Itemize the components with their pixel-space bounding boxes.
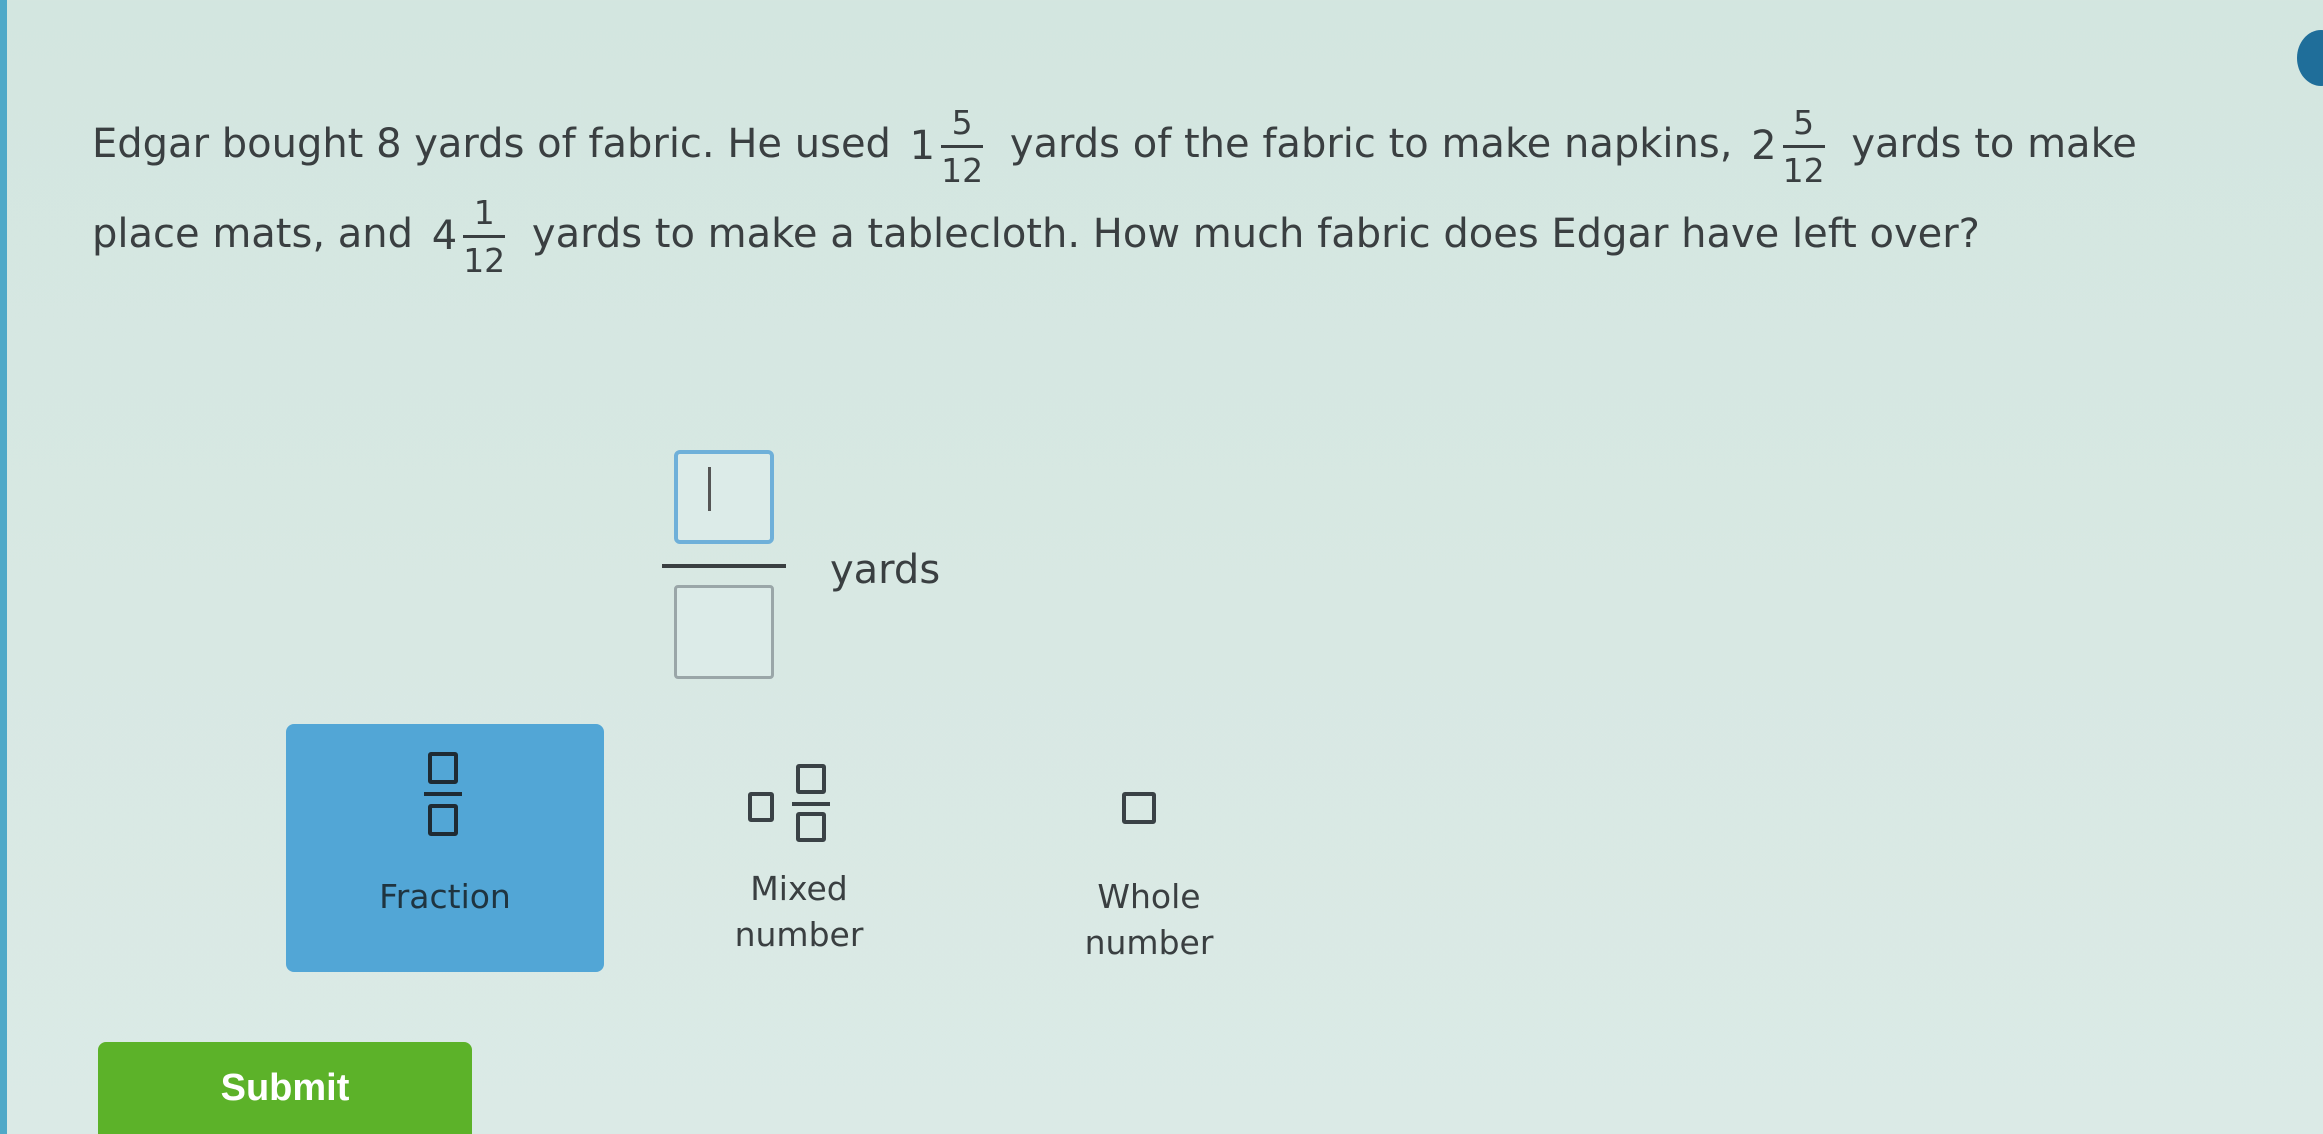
answer-unit: yards [830, 547, 941, 593]
cloth-numerator: 1 [463, 196, 506, 238]
numerator-input[interactable] [674, 450, 774, 544]
corner-indicator [2297, 30, 2323, 86]
question-part-1: Edgar bought 8 yards of fabric. He used [92, 121, 891, 167]
whole-number-label-line1: Whole [1097, 877, 1201, 916]
mats-whole: 2 [1751, 123, 1777, 169]
napkins-denominator: 12 [941, 150, 984, 190]
text-cursor [708, 467, 711, 511]
fraction-label: Fraction [379, 877, 511, 916]
cloth-whole: 4 [431, 213, 458, 259]
napkins-numerator: 5 [941, 106, 984, 148]
mats-fraction: 5 12 [1782, 106, 1825, 190]
napkins-whole: 1 [909, 123, 936, 169]
napkins-fraction: 5 12 [941, 106, 984, 190]
denominator-input[interactable] [674, 585, 774, 679]
fraction-type-button[interactable]: Fraction [286, 724, 604, 972]
whole-number-type-button[interactable]: Whole number [990, 724, 1308, 972]
mixed-number-label-line2: number [734, 915, 864, 954]
mats-numerator: 5 [1782, 106, 1825, 148]
question-part-2: yards of the fabric to make napkins, [1009, 121, 1733, 167]
left-accent-strip [0, 0, 7, 1134]
fraction-bar [662, 564, 786, 568]
mixed-number-label-line1: Mixed [750, 869, 848, 908]
cloth-fraction: 1 12 [463, 196, 506, 280]
cloth-denominator: 12 [463, 240, 506, 280]
answer-fraction-area: yards [660, 445, 990, 695]
whole-number-label-line2: number [1084, 923, 1214, 962]
question-text: Edgar bought 8 yards of fabric. He used … [92, 100, 2242, 280]
submit-button[interactable]: Submit [98, 1042, 472, 1134]
mats-denominator: 12 [1782, 150, 1825, 190]
mixed-number-type-button[interactable]: Mixed number [640, 724, 958, 972]
question-part-4: yards to make a tablecloth. How much fab… [531, 211, 1980, 257]
